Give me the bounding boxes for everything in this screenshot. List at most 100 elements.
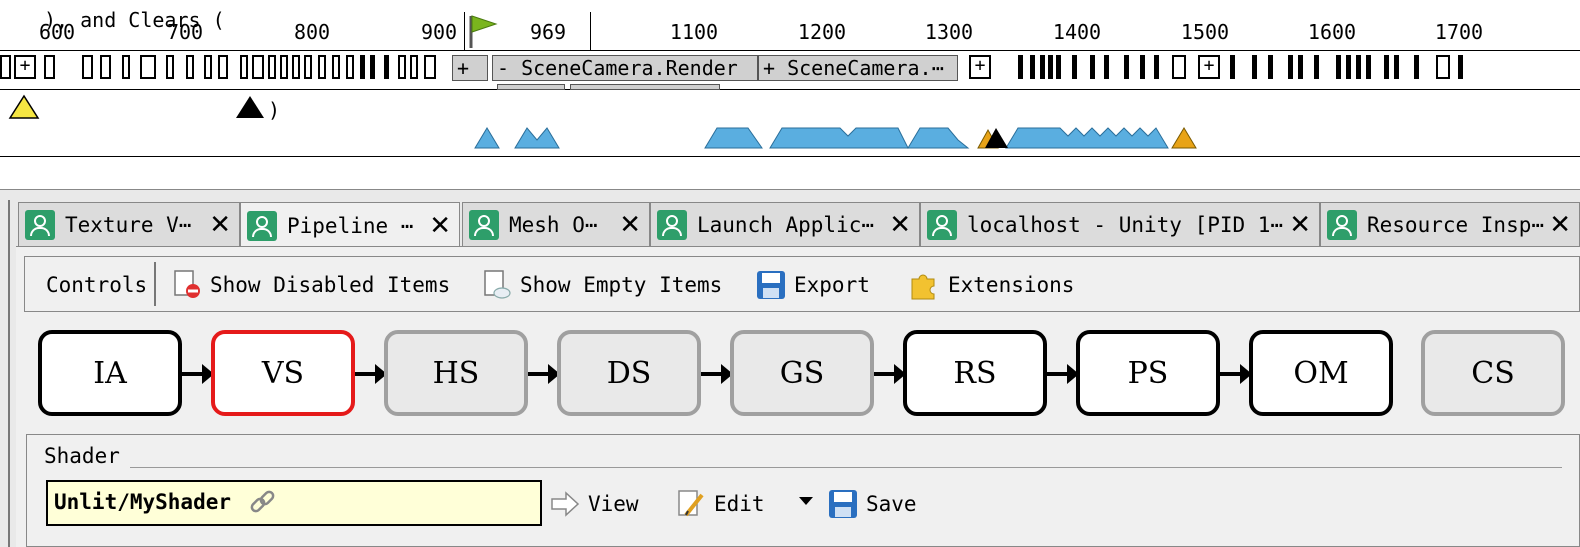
event-bar[interactable]	[0, 55, 11, 79]
tick-label: 1100	[669, 20, 719, 44]
event-bar[interactable]	[360, 55, 365, 79]
event-bar[interactable]	[304, 55, 312, 79]
stage-cs[interactable]: CS	[1421, 330, 1565, 416]
timeline-ruler[interactable]: 600 700 800 900 969 1100 1200 1300 1400 …	[0, 0, 1580, 51]
show-disabled-items-button[interactable]: Show Disabled Items	[172, 270, 450, 300]
tab-label: Texture V⋯	[65, 212, 192, 237]
event-bar[interactable]	[1436, 55, 1450, 79]
stage-gs[interactable]: GS	[730, 330, 874, 416]
event-bar[interactable]	[370, 55, 375, 79]
event-bar[interactable]	[1030, 55, 1035, 79]
stage-ps[interactable]: PS	[1076, 330, 1220, 416]
shader-name: Unlit/MyShader	[54, 490, 232, 514]
stage-om[interactable]: OM	[1249, 330, 1393, 416]
event-bar[interactable]	[410, 55, 418, 79]
collapsed-event-block[interactable]: +	[452, 55, 488, 81]
tab-localhost-unity[interactable]: localhost - Unity [PID 1⋯ ✕	[920, 202, 1320, 246]
event-bar[interactable]	[1346, 55, 1351, 79]
event-bar[interactable]	[268, 55, 276, 79]
close-icon[interactable]: ✕	[209, 210, 231, 240]
event-bar[interactable]	[1384, 55, 1389, 79]
event-bar[interactable]	[318, 55, 326, 79]
event-bar[interactable]	[1230, 55, 1235, 79]
event-bar[interactable]	[82, 55, 93, 79]
event-bar[interactable]	[346, 55, 354, 79]
close-icon[interactable]: ✕	[619, 210, 641, 240]
event-bar[interactable]	[218, 55, 228, 79]
event-bar[interactable]	[384, 55, 389, 79]
event-bar[interactable]	[1314, 55, 1319, 79]
link-icon[interactable]	[248, 489, 278, 517]
event-bar[interactable]	[1298, 55, 1303, 79]
event-bar[interactable]	[204, 55, 212, 79]
event-bar[interactable]	[332, 55, 340, 79]
tab-pipeline-state[interactable]: Pipeline ⋯ ✕	[240, 202, 460, 248]
event-block-scenecamera-render[interactable]: - SceneCamera.Render	[492, 55, 758, 81]
event-bar[interactable]	[1268, 55, 1273, 79]
event-bar[interactable]	[240, 55, 248, 79]
tab-launch-application[interactable]: Launch Applic⋯ ✕	[650, 202, 920, 246]
export-button[interactable]: Export	[756, 270, 870, 300]
expand-button[interactable]: +	[14, 55, 36, 79]
tab-resource-inspector[interactable]: Resource Insp⋯ ✕	[1320, 202, 1580, 246]
event-bar[interactable]	[1394, 55, 1399, 79]
tab-texture-viewer[interactable]: Texture V⋯ ✕	[18, 202, 240, 246]
event-bar[interactable]	[398, 55, 406, 79]
extensions-button[interactable]: Extensions	[908, 270, 1074, 300]
expand-button[interactable]: +	[969, 55, 991, 79]
view-button[interactable]: View	[550, 488, 639, 520]
event-bar[interactable]	[1356, 55, 1361, 79]
chevron-down-icon[interactable]	[798, 496, 814, 506]
event-bar[interactable]	[1018, 55, 1023, 79]
event-bar[interactable]	[252, 55, 264, 79]
event-bar[interactable]	[1140, 55, 1145, 79]
event-bar[interactable]	[1288, 55, 1293, 79]
event-bar[interactable]	[1458, 55, 1463, 79]
tick-label: 900	[420, 20, 458, 44]
event-bar[interactable]	[1048, 55, 1053, 79]
show-empty-items-button[interactable]: Show Empty Items	[482, 270, 722, 300]
expand-button[interactable]: +	[1198, 55, 1220, 79]
shader-name-field[interactable]: Unlit/MyShader	[46, 480, 542, 526]
event-bar[interactable]	[1414, 55, 1419, 79]
event-bar[interactable]	[140, 55, 156, 79]
close-icon[interactable]: ✕	[429, 211, 451, 241]
event-bar[interactable]	[44, 55, 55, 79]
event-bar[interactable]	[100, 55, 111, 79]
event-bar[interactable]	[186, 55, 194, 79]
close-icon[interactable]: ✕	[1289, 210, 1311, 240]
event-bar[interactable]	[1090, 55, 1095, 79]
stage-arrow	[182, 364, 214, 384]
close-icon[interactable]: ✕	[1549, 210, 1571, 240]
edit-button[interactable]: Edit	[676, 488, 765, 520]
window-icon	[25, 209, 55, 240]
event-bar[interactable]	[122, 55, 130, 79]
event-bar[interactable]	[424, 55, 436, 79]
stage-ia[interactable]: IA	[38, 330, 182, 416]
event-bar[interactable]	[1040, 55, 1045, 79]
event-bar[interactable]	[1072, 55, 1077, 79]
event-bar[interactable]	[1366, 55, 1371, 79]
event-block-scenecamera[interactable]: + SceneCamera.⋯	[758, 55, 958, 81]
event-bar[interactable]	[1336, 55, 1341, 79]
save-shader-button[interactable]: Save	[828, 488, 917, 520]
timeline-scroll-area[interactable]	[0, 157, 1580, 190]
event-bar[interactable]	[292, 55, 300, 79]
dock-splitter[interactable]	[8, 200, 10, 547]
current-event-label: 969	[529, 20, 567, 44]
stage-rs[interactable]: RS	[903, 330, 1047, 416]
tab-mesh-output[interactable]: Mesh O⋯ ✕	[462, 202, 650, 246]
event-bar[interactable]	[1154, 55, 1159, 79]
stage-hs[interactable]: HS	[384, 330, 528, 416]
event-bar[interactable]	[280, 55, 288, 79]
event-bar[interactable]	[166, 55, 174, 79]
save-label: Save	[866, 492, 917, 516]
event-bar[interactable]	[1124, 55, 1129, 79]
stage-vs[interactable]: VS	[211, 330, 355, 416]
close-icon[interactable]: ✕	[889, 210, 911, 240]
stage-ds[interactable]: DS	[557, 330, 701, 416]
event-bar[interactable]	[1172, 55, 1186, 79]
event-bar[interactable]	[1104, 55, 1109, 79]
event-bar[interactable]	[1056, 55, 1061, 79]
event-bar[interactable]	[1252, 55, 1257, 79]
